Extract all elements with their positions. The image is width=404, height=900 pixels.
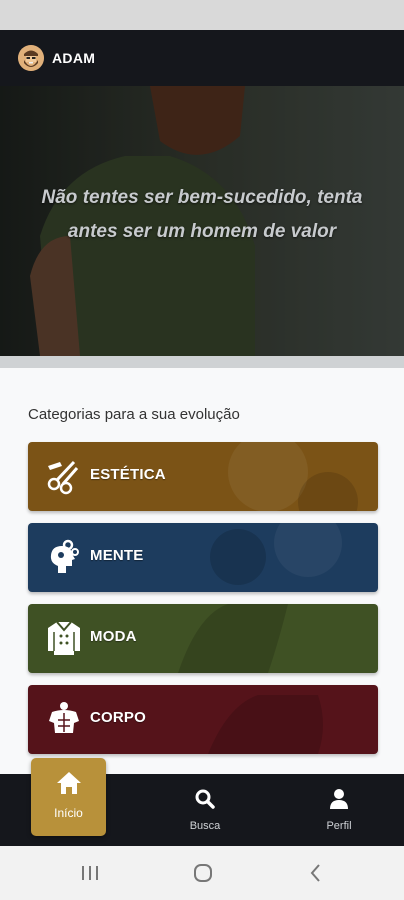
hero-banner: Não tentes ser bem-sucedido, tenta antes… xyxy=(0,86,404,356)
categories-section: Categorias para a sua evolução ESTÉTICA … xyxy=(0,368,404,774)
status-bar xyxy=(0,0,404,30)
category-label: CORPO xyxy=(90,709,147,726)
recent-apps-icon[interactable] xyxy=(78,861,102,885)
category-estetica[interactable]: ESTÉTICA xyxy=(28,442,378,511)
nav-label: Início xyxy=(54,806,83,820)
categories-title: Categorias para a sua evolução xyxy=(28,406,240,423)
muscle-torso-icon xyxy=(49,702,79,733)
category-moda[interactable]: MODA xyxy=(28,604,378,673)
divider xyxy=(0,356,404,368)
nav-item-busca[interactable]: Busca xyxy=(155,774,255,846)
app-title: ADAM xyxy=(52,50,96,66)
head-gears-icon xyxy=(50,539,79,573)
category-corpo[interactable]: CORPO xyxy=(28,685,378,754)
system-navigation-bar xyxy=(0,846,404,900)
category-label: MENTE xyxy=(90,547,144,564)
category-label: MODA xyxy=(90,628,137,645)
chef-jacket-icon xyxy=(48,621,80,655)
bearded-man-avatar-icon[interactable] xyxy=(18,45,44,71)
home-icon xyxy=(57,772,81,794)
category-mente[interactable]: MENTE xyxy=(28,523,378,592)
hero-quote: Não tentes ser bem-sucedido, tenta antes… xyxy=(41,187,363,242)
home-circle-icon[interactable] xyxy=(191,861,215,885)
search-icon xyxy=(195,789,215,809)
nav-item-inicio[interactable]: Início xyxy=(31,758,106,836)
app-header: ADAM xyxy=(0,30,404,86)
nav-label: Busca xyxy=(189,820,221,832)
back-chevron-icon[interactable] xyxy=(304,861,328,885)
nav-item-perfil[interactable]: Perfil xyxy=(289,774,389,846)
nav-label: Perfil xyxy=(326,820,352,832)
user-icon xyxy=(330,789,348,809)
category-label: ESTÉTICA xyxy=(90,466,166,483)
scissors-comb-icon xyxy=(47,460,79,495)
